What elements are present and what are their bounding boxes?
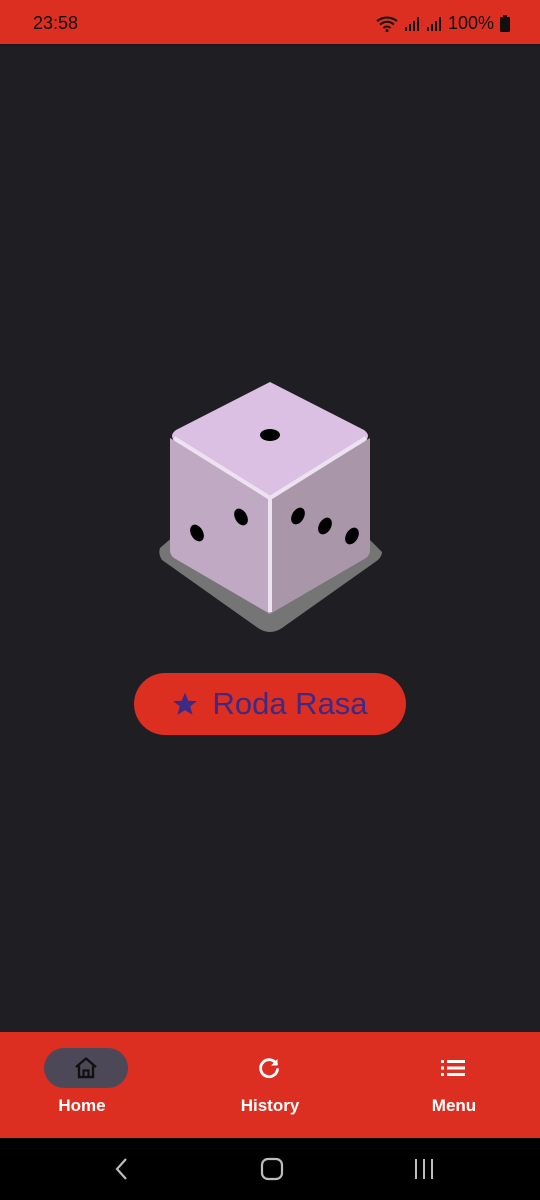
nav-item-home[interactable]: Home (0, 1032, 180, 1138)
status-icons: 100% (376, 13, 510, 34)
bottom-navigation: Home History Menu (0, 1032, 540, 1138)
list-icon (441, 1060, 465, 1076)
roll-button-label: Roda Rasa (212, 686, 368, 721)
system-navigation-bar (0, 1138, 540, 1200)
status-time: 23:58 (33, 13, 79, 33)
nav-item-menu[interactable]: Menu (360, 1032, 540, 1138)
signal-icon (404, 16, 419, 31)
home-icon (75, 1057, 97, 1079)
recents-icon[interactable] (413, 1156, 435, 1182)
dice-image[interactable] (150, 370, 390, 640)
home-circle-icon[interactable] (260, 1156, 284, 1182)
nav-active-indicator (44, 1048, 128, 1088)
back-icon[interactable] (114, 1156, 130, 1182)
nav-label-menu: Menu (431, 1096, 477, 1115)
nav-item-history[interactable]: History (180, 1032, 360, 1138)
nav-label-history: History (240, 1096, 300, 1115)
star-icon (173, 692, 198, 715)
wifi-icon (376, 16, 398, 32)
status-bar: 23:58 100% (0, 0, 540, 46)
battery-percent: 100% (447, 13, 494, 33)
roll-dice-button[interactable]: Roda Rasa (134, 673, 406, 735)
dice-pip (260, 429, 280, 441)
refresh-icon (259, 1058, 279, 1079)
battery-icon (500, 15, 510, 32)
signal-icon (426, 16, 441, 31)
nav-label-home: Home (58, 1096, 106, 1115)
